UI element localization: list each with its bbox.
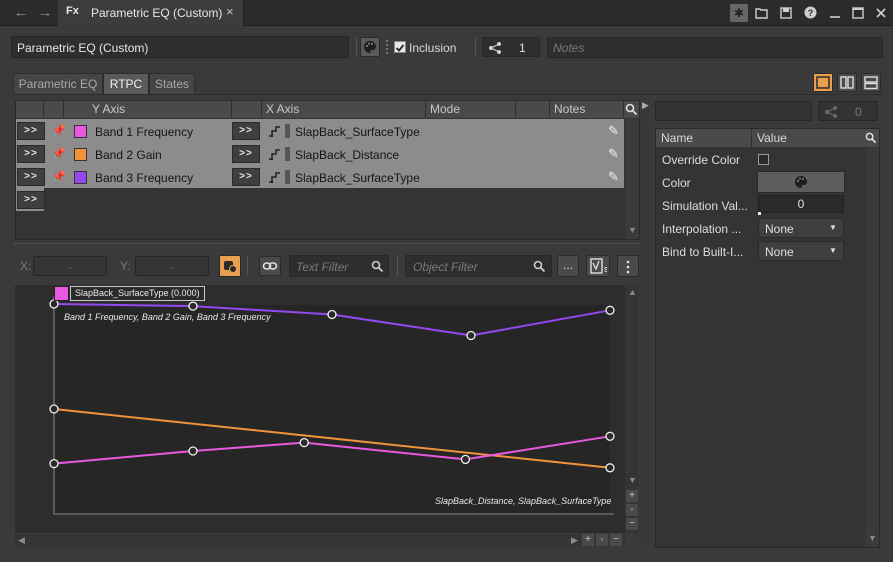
chevron-down-icon: ▼ xyxy=(829,246,837,255)
property-scrollbar[interactable]: ▼ xyxy=(866,148,879,547)
y-axis-caption: Band 1 Frequency, Band 2 Gain, Band 3 Fr… xyxy=(64,312,271,322)
override-color-label: Override Color xyxy=(662,153,741,167)
active-curve-swatch xyxy=(54,286,69,301)
scroll-up-arrow-icon[interactable]: ▲ xyxy=(628,287,637,297)
interpolation-value: None xyxy=(765,222,794,236)
curve-point[interactable] xyxy=(49,404,59,414)
simulation-slider-thumb[interactable] xyxy=(758,212,761,215)
zoom-out-y-icon[interactable]: − xyxy=(626,518,638,530)
curve-point[interactable] xyxy=(605,305,615,315)
curve-point[interactable] xyxy=(466,330,476,341)
collapse-arrow-icon[interactable]: ▶ xyxy=(642,100,649,111)
simulation-value-field[interactable]: 0 xyxy=(758,195,844,213)
scroll-down-arrow-icon[interactable]: ▼ xyxy=(628,475,637,485)
chart-axes xyxy=(53,296,614,515)
override-color-checkbox[interactable] xyxy=(758,154,769,165)
zoom-out-x-icon[interactable]: − xyxy=(610,534,622,546)
simulation-value-label: Simulation Val... xyxy=(662,199,748,213)
property-share-count: 0 xyxy=(855,105,862,119)
zoom-in-x-icon[interactable]: + xyxy=(582,534,594,546)
panel-splitter[interactable]: ▶ xyxy=(641,100,649,548)
graph-horizontal-scrollbar[interactable]: ◀ ▶ + ▫ − xyxy=(15,534,625,547)
search-icon xyxy=(865,132,877,144)
column-header-value: Value xyxy=(752,129,865,147)
chevron-down-icon: ▼ xyxy=(829,223,837,232)
graph-vertical-scrollbar[interactable]: ▲ ▼ + ▫ − xyxy=(625,285,639,533)
share-icon xyxy=(825,106,837,118)
zoom-fit-x-icon[interactable]: ▫ xyxy=(596,534,608,546)
curve-point[interactable] xyxy=(188,446,198,456)
curve-point[interactable] xyxy=(460,454,471,465)
editor-window: ← → Fx Parametric EQ (Custom) × ✱ ? Para… xyxy=(0,0,893,562)
simulation-value: 0 xyxy=(797,197,805,211)
scroll-left-arrow-icon[interactable]: ◀ xyxy=(18,535,25,546)
property-share-field[interactable]: 0 xyxy=(818,101,878,121)
curve-series-1[interactable] xyxy=(53,408,611,469)
property-search-field[interactable] xyxy=(655,101,812,121)
color-label: Color xyxy=(662,176,691,190)
column-header-name: Name xyxy=(656,129,752,147)
curve-point[interactable] xyxy=(188,301,198,311)
curve-point[interactable] xyxy=(327,309,337,320)
x-axis-caption: SlapBack_Distance, SlapBack_SurfaceType xyxy=(435,496,612,506)
zoom-fit-y-icon[interactable]: ▫ xyxy=(626,504,638,516)
header-label: Value xyxy=(757,131,787,145)
curve-point[interactable] xyxy=(49,458,59,469)
color-picker-button[interactable] xyxy=(757,171,845,193)
scroll-right-arrow-icon[interactable]: ▶ xyxy=(571,535,578,546)
property-search-button[interactable] xyxy=(865,129,879,147)
curve-point[interactable] xyxy=(605,431,615,441)
curve-point[interactable] xyxy=(299,437,309,448)
curve-point[interactable] xyxy=(49,299,59,309)
curve-tooltip: SlapBack_SurfaceType (0.000) xyxy=(70,286,205,301)
bind-built-in-dropdown[interactable]: None ▼ xyxy=(758,241,844,261)
interpolation-label: Interpolation ... xyxy=(662,222,742,236)
bind-value: None xyxy=(765,245,794,259)
scroll-down-arrow-icon[interactable]: ▼ xyxy=(868,533,877,543)
zoom-in-y-icon[interactable]: + xyxy=(626,490,638,502)
curve-point[interactable] xyxy=(605,463,615,473)
bind-built-in-label: Bind to Built-I... xyxy=(662,245,744,259)
interpolation-dropdown[interactable]: None ▼ xyxy=(758,218,844,238)
palette-icon xyxy=(795,176,807,188)
header-label: Name xyxy=(661,131,694,145)
